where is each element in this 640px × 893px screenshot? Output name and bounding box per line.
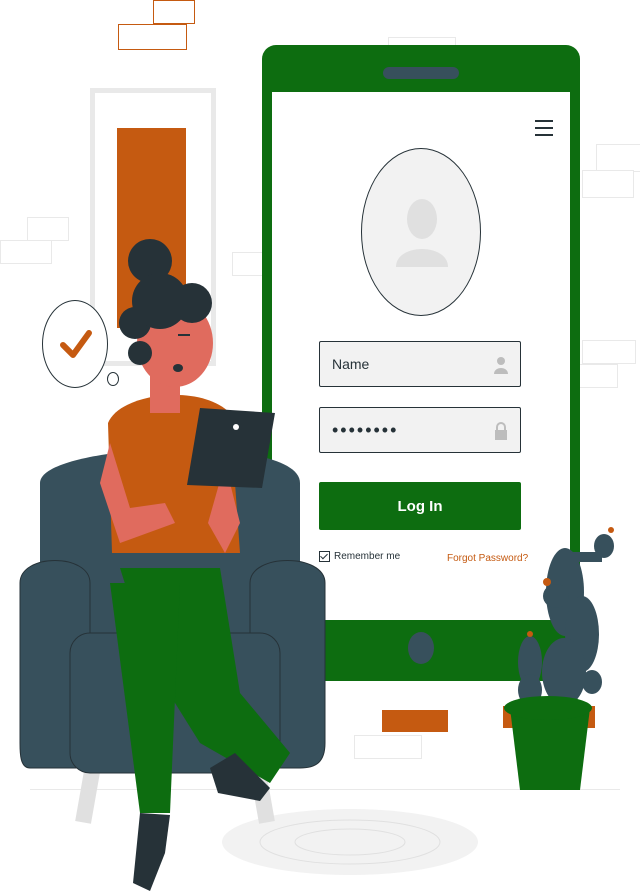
menu-icon[interactable] (535, 120, 553, 136)
wall-brick (118, 24, 187, 50)
phone-speaker (383, 67, 459, 79)
login-button[interactable]: Log In (319, 482, 521, 530)
wall-brick (153, 0, 195, 24)
wall-brick (354, 735, 422, 759)
wall-brick (578, 364, 618, 388)
name-field (319, 341, 521, 387)
wall-brick (582, 170, 634, 198)
password-input[interactable] (320, 408, 502, 452)
remember-label: Remember me (334, 551, 401, 562)
password-field (319, 407, 521, 453)
user-icon (494, 357, 508, 374)
profile-avatar (361, 148, 481, 316)
phone-home-button (408, 632, 434, 664)
orange-brick (382, 710, 448, 732)
cactus-plant (503, 527, 614, 790)
user-avatar-icon (396, 199, 448, 267)
woman-in-armchair (19, 239, 326, 891)
wall-brick (582, 340, 636, 364)
wall-brick (596, 144, 640, 172)
name-input[interactable] (320, 342, 502, 386)
lock-icon (495, 422, 507, 440)
remember-me[interactable]: Remember me (319, 551, 400, 562)
